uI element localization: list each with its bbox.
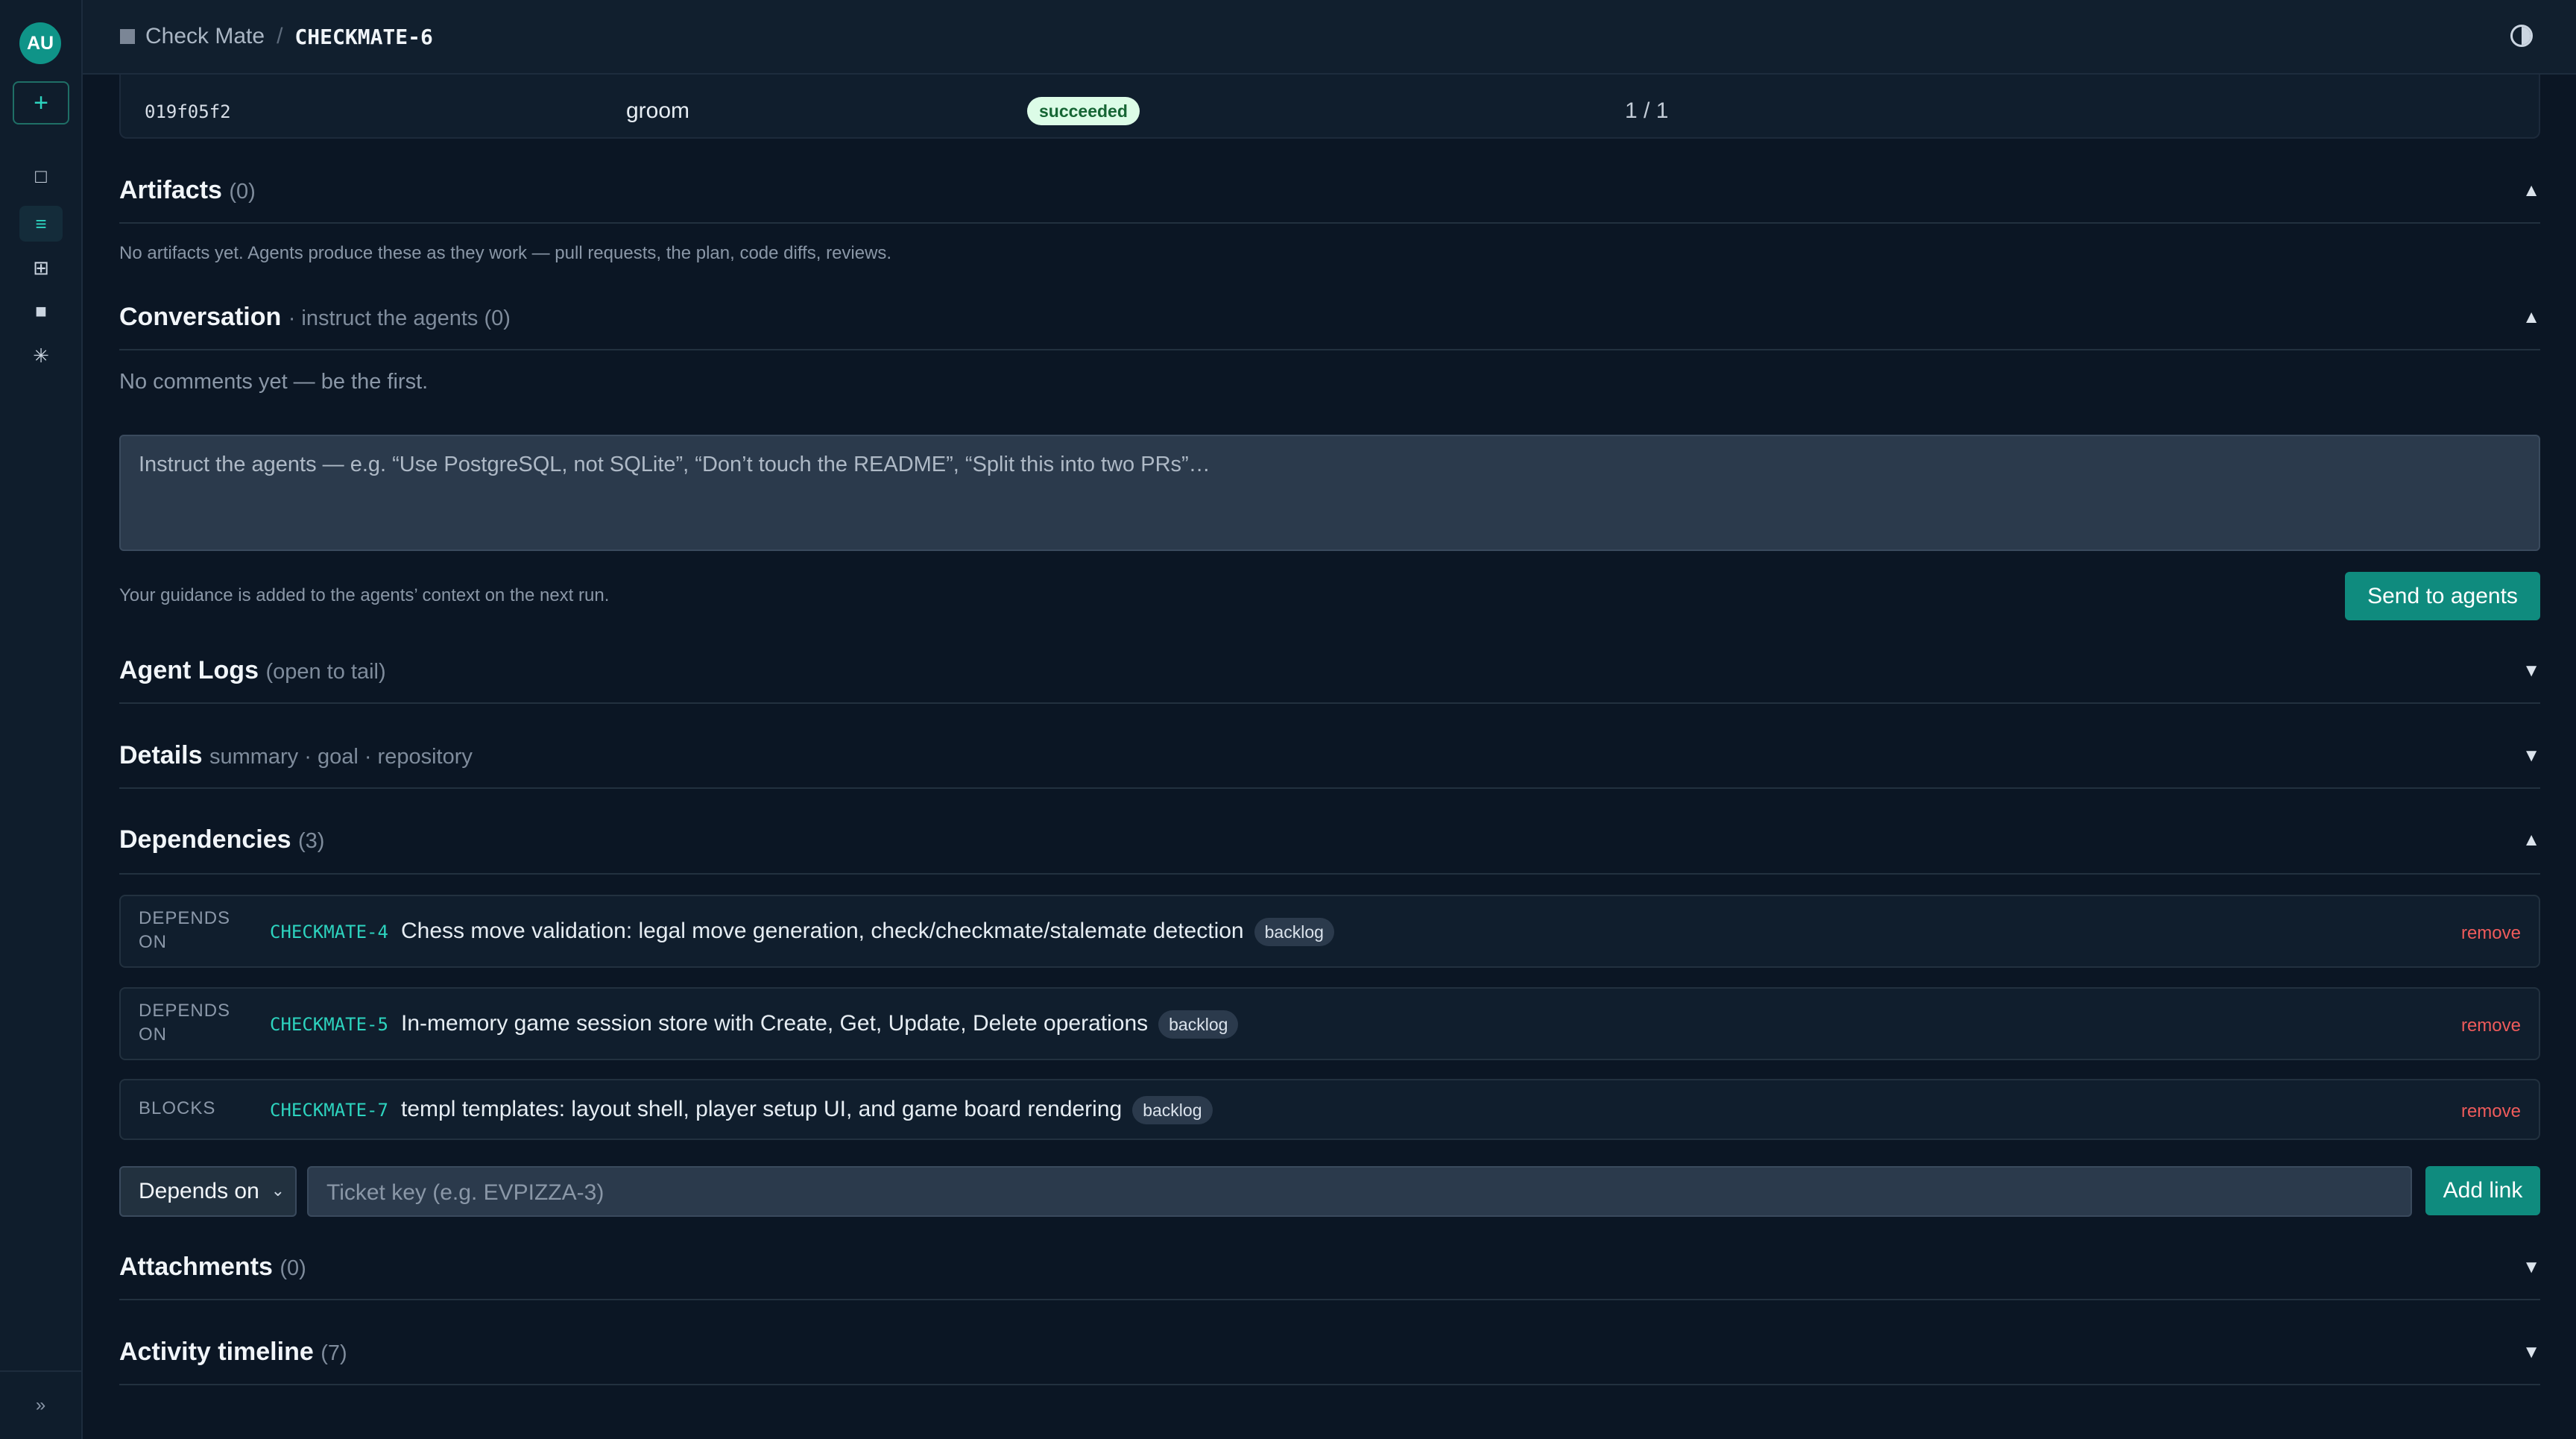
status-badge: backlog (1254, 918, 1334, 946)
divider (119, 873, 2540, 875)
dependency-ticket-link[interactable]: CHECKMATE-4 (270, 922, 388, 942)
dependency-kind: BLOCKS (139, 1098, 216, 1118)
relation-select-value: Depends on (139, 1179, 259, 1203)
expand-caret-icon[interactable]: ▼ (2522, 1257, 2540, 1278)
chevron-down-icon: ⌄ (271, 1181, 285, 1200)
add-link-button[interactable]: Add link (2425, 1166, 2540, 1215)
run-id: 019f05f2 (145, 101, 231, 122)
details-title: Details (119, 741, 203, 769)
artifacts-empty-text: No artifacts yet. Agents produce these a… (119, 243, 892, 263)
breadcrumb: Check Mate / CHECKMATE-6 (120, 24, 433, 49)
collapse-sidebar-icon[interactable]: » (0, 1370, 81, 1439)
top-bar: Check Mate / CHECKMATE-6 (83, 0, 2576, 75)
relation-select[interactable]: Depends on ⌄ (119, 1166, 297, 1217)
section-title: Conversation · instruct the agents (0) (119, 303, 511, 332)
conversation-empty-text: No comments yet — be the first. (119, 370, 429, 394)
dependency-ticket-link[interactable]: CHECKMATE-5 (270, 1014, 388, 1035)
divider (119, 222, 2540, 224)
breadcrumb-project[interactable]: Check Mate (145, 24, 265, 49)
section-title: Agent Logs (open to tail) (119, 656, 386, 685)
expand-caret-icon[interactable]: ▼ (2522, 1342, 2540, 1363)
attachments-count: (0) (280, 1256, 306, 1280)
dependency-title-wrap: In-memory game session store with Create… (401, 1010, 1239, 1039)
breadcrumb-separator: / (277, 24, 283, 48)
dependency-row[interactable]: BLOCKS CHECKMATE-7 templ templates: layo… (119, 1079, 2540, 1140)
remove-dependency-button[interactable]: remove (2461, 923, 2521, 944)
guidance-hint: Your guidance is added to the agents’ co… (119, 585, 610, 605)
remove-dependency-button[interactable]: remove (2461, 1016, 2521, 1036)
section-title: Attachments (0) (119, 1253, 306, 1282)
theme-toggle-icon[interactable] (2510, 25, 2533, 47)
collapse-caret-icon[interactable]: ▲ (2522, 830, 2540, 851)
section-title: Artifacts (0) (119, 176, 256, 205)
new-ticket-button[interactable]: + (13, 81, 69, 125)
expand-caret-icon[interactable]: ▼ (2522, 661, 2540, 681)
activity-title: Activity timeline (119, 1338, 314, 1366)
details-meta: summary · goal · repository (209, 745, 473, 769)
grid-icon[interactable]: ⊞ (19, 250, 63, 286)
divider (119, 1384, 2540, 1385)
expand-caret-icon[interactable]: ▼ (2522, 746, 2540, 766)
section-title: Activity timeline (7) (119, 1338, 347, 1367)
dependency-kind: DEPENDS ON (139, 908, 231, 952)
avatar[interactable]: AU (19, 22, 61, 64)
activity-count: (7) (321, 1341, 347, 1365)
dependency-title-wrap: templ templates: layout shell, player se… (401, 1096, 1213, 1124)
attachments-title: Attachments (119, 1253, 273, 1281)
section-title: Details summary · goal · repository (119, 741, 473, 770)
divider (119, 702, 2540, 704)
sidebar: AU + □ ≡ ⊞ ■ ✳ » (0, 0, 83, 1439)
status-badge: backlog (1158, 1010, 1239, 1039)
conversation-title: Conversation (119, 303, 282, 331)
divider (119, 349, 2540, 350)
dependency-row[interactable]: DEPENDS ON CHECKMATE-5 In-memory game se… (119, 987, 2540, 1060)
list-icon[interactable]: ≡ (19, 206, 63, 242)
dependency-ticket-link[interactable]: CHECKMATE-7 (270, 1100, 388, 1121)
agent-logs-title: Agent Logs (119, 656, 259, 684)
breadcrumb-ticket: CHECKMATE-6 (294, 24, 433, 49)
divider (119, 1299, 2540, 1300)
remove-dependency-button[interactable]: remove (2461, 1101, 2521, 1122)
dependencies-title: Dependencies (119, 825, 291, 854)
collapse-caret-icon[interactable]: ▲ (2522, 307, 2540, 328)
section-title: Dependencies (3) (119, 825, 324, 854)
dependencies-count: (3) (297, 829, 325, 853)
run-row[interactable]: 019f05f2 groom succeeded 1 / 1 (119, 75, 2540, 139)
dependency-kind: DEPENDS ON (139, 1001, 231, 1045)
dependency-row[interactable]: DEPENDS ON CHECKMATE-4 Chess move valida… (119, 895, 2540, 968)
project-square-icon (120, 29, 135, 44)
asterisk-icon[interactable]: ✳ (19, 338, 63, 374)
dependency-title-wrap: Chess move validation: legal move genera… (401, 918, 1334, 946)
status-badge: backlog (1132, 1096, 1213, 1124)
send-to-agents-button[interactable]: Send to agents (2345, 572, 2540, 620)
ticket-key-input[interactable]: Ticket key (e.g. EVPIZZA-3) (307, 1166, 2412, 1217)
collapse-caret-icon[interactable]: ▲ (2522, 180, 2540, 201)
square-outline-icon[interactable]: □ (19, 158, 63, 194)
dependency-title[interactable]: templ templates: layout shell, player se… (401, 1097, 1122, 1121)
square-filled-icon[interactable]: ■ (19, 293, 63, 329)
divider (119, 787, 2540, 789)
artifacts-title: Artifacts (119, 176, 222, 204)
dependency-title[interactable]: Chess move validation: legal move genera… (401, 919, 1244, 943)
agent-instruction-input[interactable]: Instruct the agents — e.g. “Use PostgreS… (119, 435, 2540, 551)
artifacts-count: (0) (229, 180, 256, 204)
agent-logs-meta: (open to tail) (265, 660, 386, 684)
dependency-title[interactable]: In-memory game session store with Create… (401, 1011, 1148, 1036)
conversation-meta: · instruct the agents (0) (288, 306, 511, 330)
run-count: 1 / 1 (1625, 98, 1669, 123)
status-badge: succeeded (1027, 97, 1140, 125)
run-stage: groom (626, 98, 690, 123)
